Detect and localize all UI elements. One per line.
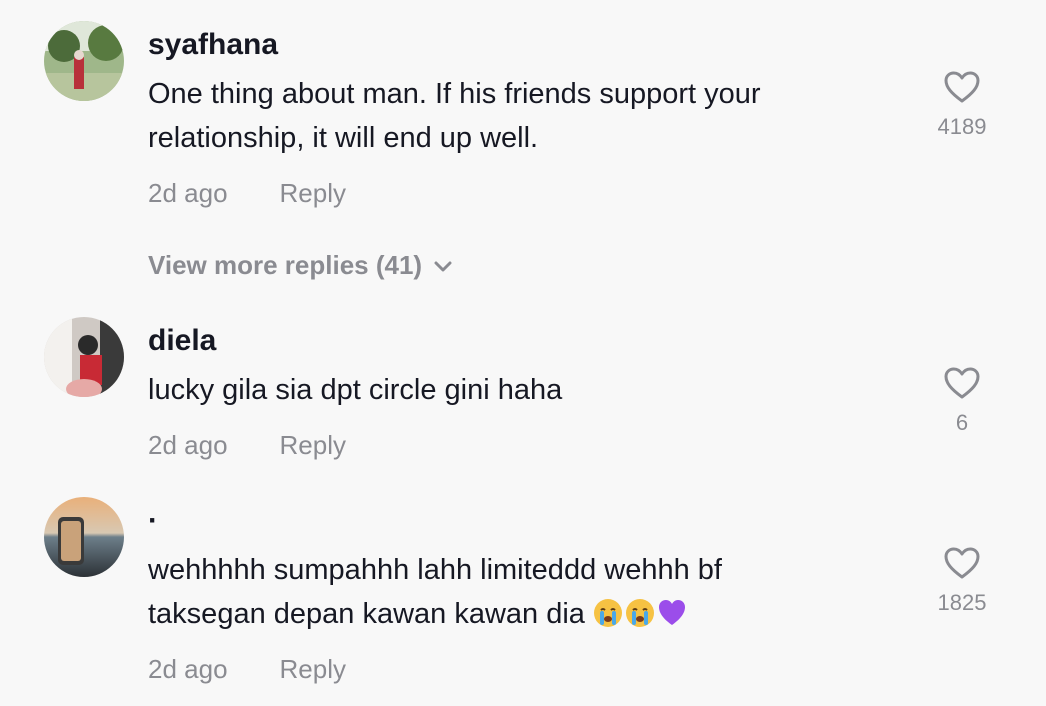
avatar[interactable] <box>44 21 124 101</box>
comment-meta: 2d ago Reply <box>148 430 346 461</box>
comment-username[interactable]: syafhana <box>148 28 278 62</box>
crying-face-emoji-icon <box>594 599 622 627</box>
comment-text: lucky gila sia dpt circle gini haha <box>148 368 848 412</box>
avatar[interactable] <box>44 317 124 397</box>
view-more-label: View more replies (41) <box>148 250 423 280</box>
purple-heart-emoji-icon <box>659 600 685 625</box>
reply-button[interactable]: Reply <box>280 430 346 460</box>
comment-text-line: taksegan depan kawan kawan dia <box>148 598 585 630</box>
comment-time: 2d ago <box>148 178 228 208</box>
like-count: 1825 <box>937 590 987 615</box>
comment-meta: 2d ago Reply <box>148 178 346 209</box>
like-count: 6 <box>955 410 969 435</box>
comment-text: One thing about man. If his friends supp… <box>148 72 848 160</box>
chevron-down-icon <box>434 261 452 272</box>
crying-face-emoji-icon <box>626 599 654 627</box>
comment-username[interactable]: · <box>148 504 158 538</box>
comment-text-line-with-emoji: taksegan depan kawan kawan dia <box>148 592 848 636</box>
like-count: 4189 <box>937 114 987 139</box>
heart-outline-icon <box>944 367 980 399</box>
view-more-replies-button[interactable]: View more replies (41) <box>148 250 452 281</box>
avatar[interactable] <box>44 497 124 577</box>
comment-text-line: wehhhhh sumpahhh lahh limiteddd wehhh bf <box>148 554 722 586</box>
like-button[interactable]: 1825 <box>922 546 1002 616</box>
comment-time: 2d ago <box>148 654 228 684</box>
reply-button[interactable]: Reply <box>280 654 346 684</box>
comment-meta: 2d ago Reply <box>148 654 346 685</box>
comment-text: wehhhhh sumpahhh lahh limiteddd wehhh bf… <box>148 548 848 636</box>
heart-outline-icon <box>944 71 980 103</box>
comment-text-line: lucky gila sia dpt circle gini haha <box>148 374 563 406</box>
comment-time: 2d ago <box>148 430 228 460</box>
comment-text-line: One thing about man. If his friends supp… <box>148 78 761 110</box>
comment-text-line: relationship, it will end up well. <box>148 122 539 154</box>
like-button[interactable]: 4189 <box>922 70 1002 140</box>
heart-outline-icon <box>944 547 980 579</box>
comment-username[interactable]: diela <box>148 324 216 358</box>
like-button[interactable]: 6 <box>922 366 1002 436</box>
reply-button[interactable]: Reply <box>280 178 346 208</box>
